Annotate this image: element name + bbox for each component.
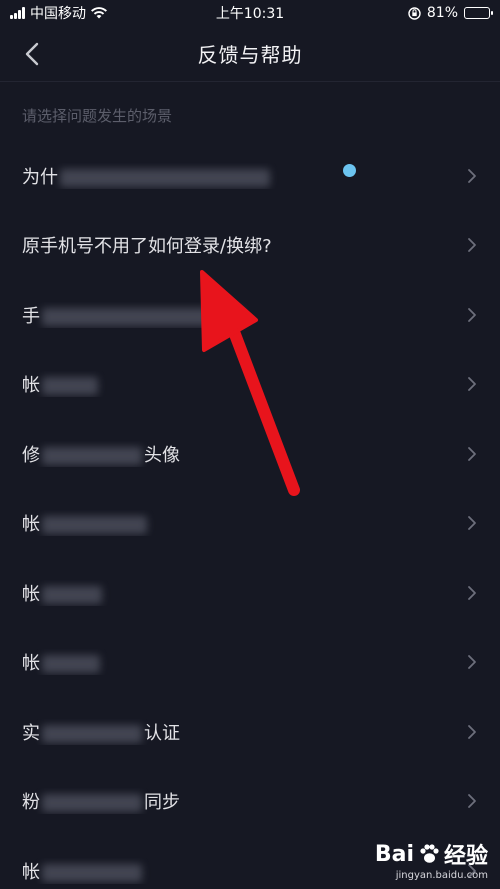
item-text-prefix: 为什 xyxy=(22,166,58,188)
section-label: 请选择问题发生的场景 xyxy=(22,107,173,125)
baidu-jingyan-watermark: Bai 经验 jingyan.baidu.com xyxy=(375,838,488,882)
chevron-right-icon xyxy=(468,794,476,809)
scenario-list: 为什 原手机号不用了如何登录/换绑? 手 帐 修 头像 帐 帐 帐 实 认证 粉 同步 xyxy=(0,141,500,889)
list-item[interactable]: 粉 同步 xyxy=(0,767,500,837)
blurred-text xyxy=(42,724,142,743)
blurred-text xyxy=(42,516,147,535)
blurred-text xyxy=(42,655,100,674)
list-item-label: 原手机号不用了如何登录/换绑? xyxy=(22,232,466,258)
chevron-right-icon xyxy=(468,446,476,461)
item-text-suffix: 同步 xyxy=(144,792,180,814)
page-title: 反馈与帮助 xyxy=(197,43,303,67)
status-bar: 中国移动 上午10:31 81% xyxy=(0,0,500,26)
watermark-logo: Bai 经验 xyxy=(375,838,488,870)
item-text-prefix: 修 xyxy=(22,444,40,466)
blurred-text xyxy=(42,863,142,882)
signal-icon xyxy=(10,7,25,19)
list-item[interactable]: 原手机号不用了如何登录/换绑? xyxy=(0,211,500,281)
carrier-label: 中国移动 xyxy=(30,6,86,22)
orientation-lock-icon xyxy=(408,6,421,20)
list-item[interactable]: 实 认证 xyxy=(0,697,500,767)
list-item-label: 帐 xyxy=(22,371,466,397)
back-button[interactable] xyxy=(14,36,50,72)
list-item[interactable]: 帐 xyxy=(0,628,500,698)
blurred-text xyxy=(42,794,142,813)
item-text-suffix: 头像 xyxy=(144,444,180,466)
item-text-prefix: 帐 xyxy=(22,653,40,675)
watermark-brand: Bai xyxy=(374,841,414,867)
chevron-left-icon xyxy=(25,42,39,66)
blurred-text xyxy=(42,377,98,396)
item-text-prefix: 原手机号不用了如何登录/换绑? xyxy=(22,236,272,258)
status-left: 中国移动 xyxy=(10,3,107,23)
battery-percent: 81% xyxy=(426,5,458,21)
nav-bar: 反馈与帮助 xyxy=(0,26,500,82)
list-item[interactable]: 帐 xyxy=(0,558,500,628)
list-item-label: 手 xyxy=(22,302,466,328)
item-text-prefix: 手 xyxy=(22,305,40,327)
item-text-prefix: 帐 xyxy=(22,514,40,536)
chevron-right-icon xyxy=(468,168,476,183)
list-item-label: 为什 xyxy=(22,163,466,189)
item-text-prefix: 帐 xyxy=(22,861,40,883)
blurred-text xyxy=(42,307,242,326)
chevron-right-icon xyxy=(468,724,476,739)
chevron-right-icon xyxy=(468,238,476,253)
list-item[interactable]: 为什 xyxy=(0,141,500,211)
item-text-prefix: 帐 xyxy=(22,583,40,605)
list-item[interactable]: 修 头像 xyxy=(0,419,500,489)
list-item-label: 帐 xyxy=(22,649,466,675)
chevron-right-icon xyxy=(468,585,476,600)
chevron-right-icon xyxy=(468,655,476,670)
battery-icon xyxy=(464,7,493,19)
list-item[interactable]: 帐 xyxy=(0,489,500,559)
list-item-label: 帐 xyxy=(22,580,466,606)
list-item[interactable]: 手 xyxy=(0,280,500,350)
wifi-icon xyxy=(91,7,107,19)
list-item-label: 帐 xyxy=(22,510,466,536)
watermark-suffix: 经验 xyxy=(443,844,488,869)
chevron-right-icon xyxy=(468,377,476,392)
item-text-prefix: 帐 xyxy=(22,375,40,397)
list-item-label: 修 头像 xyxy=(22,441,466,467)
blurred-text xyxy=(60,168,270,187)
chevron-right-icon xyxy=(468,307,476,322)
status-right: 81% xyxy=(408,5,493,21)
list-item[interactable]: 帐 xyxy=(0,350,500,420)
notification-dot xyxy=(343,164,356,177)
chevron-right-icon xyxy=(468,516,476,531)
paw-icon xyxy=(420,844,439,863)
item-text-prefix: 粉 xyxy=(22,792,40,814)
item-text-suffix: 认证 xyxy=(144,722,180,744)
watermark-url: jingyan.baidu.com xyxy=(395,870,488,881)
list-item-label: 实 认证 xyxy=(22,719,466,745)
list-item-label: 粉 同步 xyxy=(22,788,466,814)
blurred-text xyxy=(42,446,142,465)
blurred-text xyxy=(42,585,102,604)
item-text-prefix: 实 xyxy=(22,722,40,744)
